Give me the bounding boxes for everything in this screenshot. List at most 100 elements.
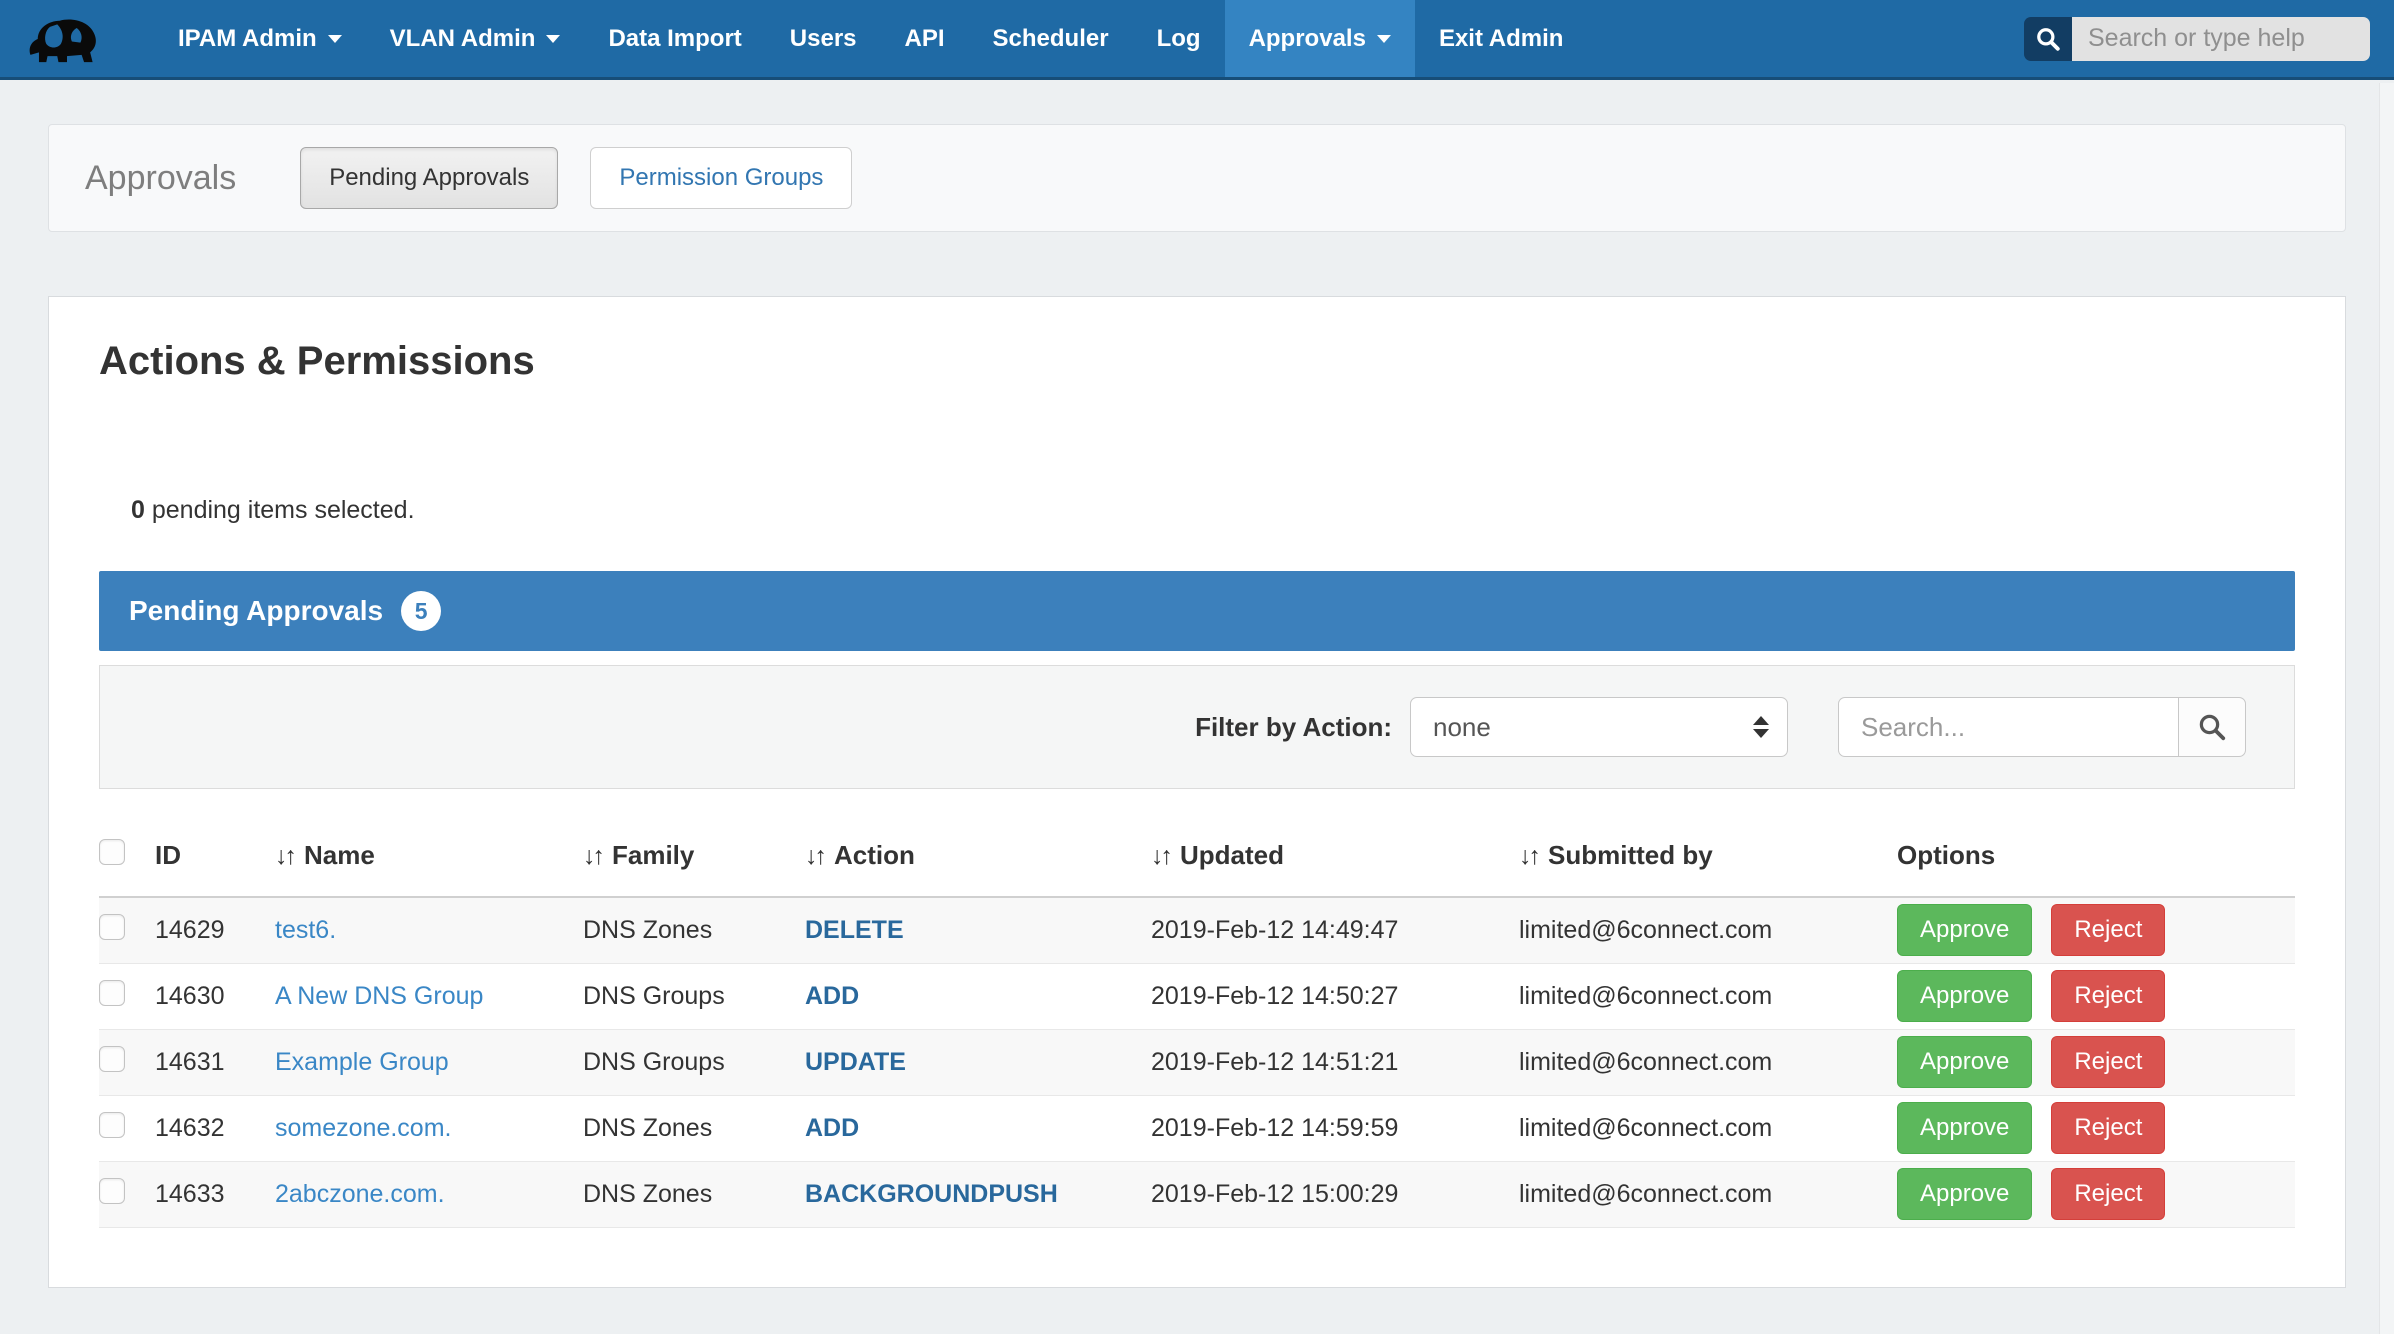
global-search xyxy=(2024,17,2370,61)
table-search-button[interactable] xyxy=(2178,697,2246,757)
sort-icon: ↓↑ xyxy=(583,842,602,870)
row-updated: 2019-Feb-12 14:49:47 xyxy=(1151,897,1519,963)
row-updated: 2019-Feb-12 14:51:21 xyxy=(1151,1029,1519,1095)
row-submitted-by: limited@6connect.com xyxy=(1519,897,1897,963)
sort-icon: ↓↑ xyxy=(805,842,824,870)
row-name-link[interactable]: 2abczone.com. xyxy=(275,1180,445,1208)
sort-icon: ↓↑ xyxy=(1519,842,1538,870)
nav-item-data-import[interactable]: Data Import xyxy=(584,0,765,77)
pending-approvals-title: Pending Approvals xyxy=(129,595,383,627)
nav-item-vlan-admin[interactable]: VLAN Admin xyxy=(366,0,585,77)
caret-down-icon xyxy=(1377,35,1391,43)
approve-button[interactable]: Approve xyxy=(1897,1102,2032,1154)
selected-count-line: 0 pending items selected. xyxy=(131,496,2295,525)
table-row: 14630 A New DNS Group DNS Groups ADD 201… xyxy=(99,963,2295,1029)
sort-icon: ↓↑ xyxy=(275,842,294,870)
filter-by-action-label: Filter by Action: xyxy=(1195,712,1392,743)
row-name-link[interactable]: test6. xyxy=(275,916,336,944)
nav-item-users[interactable]: Users xyxy=(766,0,881,77)
row-updated: 2019-Feb-12 14:59:59 xyxy=(1151,1095,1519,1161)
nav-item-approvals[interactable]: Approvals xyxy=(1225,0,1415,77)
row-checkbox[interactable] xyxy=(99,1178,125,1204)
table-search-input[interactable] xyxy=(1838,697,2178,757)
pending-count-badge: 5 xyxy=(401,591,441,631)
approvals-table-body: 14629 test6. DNS Zones DELETE 2019-Feb-1… xyxy=(99,897,2295,1227)
page-title: Approvals xyxy=(85,159,236,198)
actions-permissions-panel: Actions & Permissions 0 pending items se… xyxy=(48,296,2346,1288)
row-submitted-by: limited@6connect.com xyxy=(1519,963,1897,1029)
row-name-link[interactable]: somezone.com. xyxy=(275,1114,451,1142)
global-search-button[interactable] xyxy=(2024,17,2072,61)
nav-menu: IPAM Admin VLAN Admin Data Import Users … xyxy=(154,0,1587,77)
column-header-name[interactable]: ↓↑Name xyxy=(275,789,583,897)
approvals-header-band: Approvals Pending Approvals Permission G… xyxy=(48,124,2346,232)
table-row: 14629 test6. DNS Zones DELETE 2019-Feb-1… xyxy=(99,897,2295,963)
row-id: 14633 xyxy=(155,1161,275,1227)
row-updated: 2019-Feb-12 14:50:27 xyxy=(1151,963,1519,1029)
approve-button[interactable]: Approve xyxy=(1897,1168,2032,1220)
logo-rhino-icon[interactable] xyxy=(28,11,106,67)
global-search-input[interactable] xyxy=(2072,17,2370,61)
row-submitted-by: limited@6connect.com xyxy=(1519,1029,1897,1095)
nav-item-exit-admin[interactable]: Exit Admin xyxy=(1415,0,1587,77)
row-id: 14631 xyxy=(155,1029,275,1095)
select-all-checkbox[interactable] xyxy=(99,839,125,865)
caret-down-icon xyxy=(328,35,342,43)
caret-down-icon xyxy=(546,35,560,43)
row-submitted-by: limited@6connect.com xyxy=(1519,1095,1897,1161)
top-navbar: IPAM Admin VLAN Admin Data Import Users … xyxy=(0,0,2394,80)
select-all-checkbox-cell xyxy=(99,789,155,897)
row-checkbox[interactable] xyxy=(99,1112,125,1138)
column-header-family[interactable]: ↓↑Family xyxy=(583,789,805,897)
row-checkbox[interactable] xyxy=(99,1046,125,1072)
approve-button[interactable]: Approve xyxy=(1897,1036,2032,1088)
row-checkbox[interactable] xyxy=(99,980,125,1006)
reject-button[interactable]: Reject xyxy=(2051,904,2165,956)
table-row: 14632 somezone.com. DNS Zones ADD 2019-F… xyxy=(99,1095,2295,1161)
column-header-action[interactable]: ↓↑Action xyxy=(805,789,1151,897)
row-action: BACKGROUNDPUSH xyxy=(805,1180,1058,1208)
column-header-options: Options xyxy=(1897,789,2295,897)
search-icon xyxy=(2197,712,2227,742)
sort-icon: ↓↑ xyxy=(1151,842,1170,870)
row-action: ADD xyxy=(805,1114,859,1142)
column-header-updated[interactable]: ↓↑Updated xyxy=(1151,789,1519,897)
table-row: 14631 Example Group DNS Groups UPDATE 20… xyxy=(99,1029,2295,1095)
row-id: 14632 xyxy=(155,1095,275,1161)
row-family: DNS Zones xyxy=(583,897,805,963)
row-submitted-by: limited@6connect.com xyxy=(1519,1161,1897,1227)
tab-pending-approvals[interactable]: Pending Approvals xyxy=(300,147,558,209)
row-updated: 2019-Feb-12 15:00:29 xyxy=(1151,1161,1519,1227)
row-name-link[interactable]: A New DNS Group xyxy=(275,982,483,1010)
row-action: DELETE xyxy=(805,916,904,944)
filter-toolbar: Filter by Action: none xyxy=(99,665,2295,789)
nav-item-log[interactable]: Log xyxy=(1133,0,1225,77)
reject-button[interactable]: Reject xyxy=(2051,1102,2165,1154)
column-header-id: ID xyxy=(155,789,275,897)
filter-action-select[interactable]: none xyxy=(1410,697,1788,757)
row-checkbox[interactable] xyxy=(99,914,125,940)
row-action: ADD xyxy=(805,982,859,1010)
row-family: DNS Groups xyxy=(583,963,805,1029)
tab-permission-groups[interactable]: Permission Groups xyxy=(590,147,852,209)
row-action: UPDATE xyxy=(805,1048,906,1076)
approve-button[interactable]: Approve xyxy=(1897,970,2032,1022)
panel-title: Actions & Permissions xyxy=(99,339,2295,384)
nav-item-api[interactable]: API xyxy=(881,0,969,77)
reject-button[interactable]: Reject xyxy=(2051,1036,2165,1088)
table-search-group xyxy=(1838,697,2246,757)
pending-approvals-header: Pending Approvals 5 xyxy=(99,571,2295,651)
row-family: DNS Groups xyxy=(583,1029,805,1095)
reject-button[interactable]: Reject xyxy=(2051,1168,2165,1220)
row-id: 14629 xyxy=(155,897,275,963)
nav-item-scheduler[interactable]: Scheduler xyxy=(969,0,1133,77)
pending-approvals-table: ID ↓↑Name ↓↑Family ↓↑Action ↓↑Updated ↓↑… xyxy=(99,789,2295,1228)
column-header-submitted-by[interactable]: ↓↑Submitted by xyxy=(1519,789,1897,897)
row-family: DNS Zones xyxy=(583,1161,805,1227)
reject-button[interactable]: Reject xyxy=(2051,970,2165,1022)
approve-button[interactable]: Approve xyxy=(1897,904,2032,956)
row-name-link[interactable]: Example Group xyxy=(275,1048,449,1076)
nav-item-ipam-admin[interactable]: IPAM Admin xyxy=(154,0,366,77)
select-spinner-icon xyxy=(1753,698,1769,756)
page-scrollbar[interactable] xyxy=(2379,83,2394,1334)
